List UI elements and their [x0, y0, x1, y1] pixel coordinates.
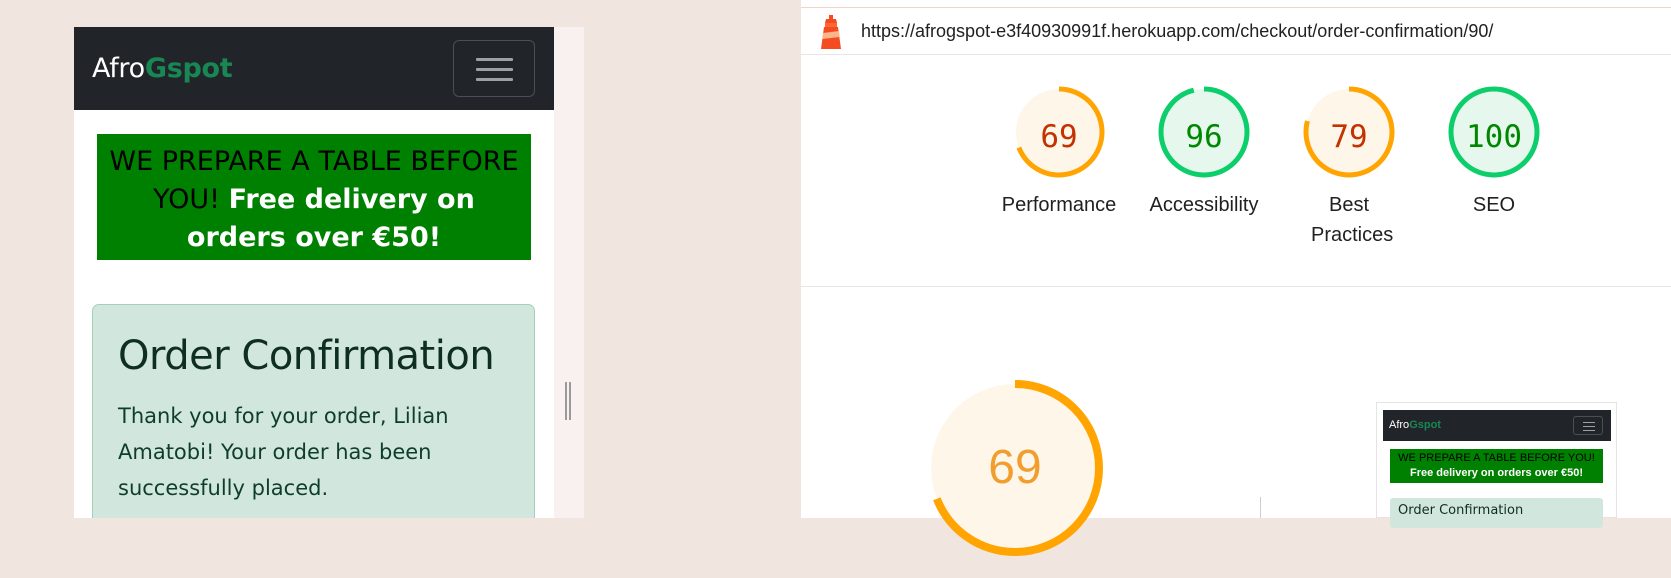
score-gauge-accessibility[interactable]: 96 Accessibility	[1134, 84, 1274, 220]
thumbnail-card-title: Order Confirmation	[1398, 503, 1524, 518]
divider	[801, 54, 1671, 55]
page-title: Order Confirmation	[118, 333, 495, 379]
report-url[interactable]: https://afrogspot-e3f40930991f.herokuapp…	[861, 21, 1493, 42]
thumbnail-brand-afro: Afro	[1389, 419, 1410, 431]
score-gauge-performance[interactable]: 69 Performance	[989, 84, 1129, 220]
promo-banner: WE PREPARE A TABLE BEFORE YOU! Free deli…	[97, 134, 531, 260]
gauge-label: SEO	[1472, 194, 1516, 216]
thumbnail-menu-icon	[1573, 416, 1603, 435]
divider	[1260, 497, 1261, 518]
thumbnail-card: Order Confirmation	[1390, 498, 1603, 528]
brand-logo[interactable]: AfroGspot	[92, 53, 233, 84]
navbar-toggler-button[interactable]	[453, 40, 535, 97]
thumbnail-brand-gspot: Gspot	[1409, 419, 1441, 431]
gauge-label: Best Practices	[1311, 194, 1394, 246]
gauge-score: 100	[1466, 119, 1522, 155]
mobile-preview: AfroGspot WE PREPARE A TABLE BEFORE YOU!…	[74, 27, 554, 518]
confirmation-message: Thank you for your order, Lilian Amatobi…	[118, 404, 449, 500]
page-screenshot-thumbnail: AfroGspot WE PREPARE A TABLE BEFORE YOU!…	[1376, 402, 1617, 528]
gauge-score: 96	[1185, 119, 1223, 155]
brand-text-afro: Afro	[92, 53, 145, 84]
score-gauge-seo[interactable]: 100 SEO	[1424, 84, 1564, 220]
thumbnail-banner-tagline: WE PREPARE A TABLE BEFORE YOU!	[1398, 452, 1595, 464]
performance-big-score: 69	[988, 441, 1042, 494]
report-url-bar: https://afrogspot-e3f40930991f.herokuapp…	[801, 8, 1671, 54]
navbar: AfroGspot	[74, 27, 554, 110]
gauge-score: 79	[1330, 119, 1368, 155]
gauge-score: 69	[1040, 119, 1078, 155]
divider	[801, 286, 1671, 287]
lighthouse-icon	[821, 15, 841, 49]
thumbnail-navbar: AfroGspot	[1383, 410, 1611, 441]
performance-big-gauge: 69	[925, 378, 1125, 578]
banner-free-delivery: Free delivery on orders over €50!	[186, 184, 475, 253]
lighthouse-report: https://afrogspot-e3f40930991f.herokuapp…	[801, 0, 1671, 556]
order-confirmation-card: Order Confirmation Thank you for your or…	[92, 304, 535, 518]
thumbnail-banner-delivery: Free delivery on orders over €50!	[1409, 467, 1584, 479]
gauge-label: Performance	[1001, 194, 1117, 216]
gauge-label: Accessibility	[1149, 194, 1259, 216]
preview-gutter	[554, 27, 584, 518]
score-gauge-best-practices[interactable]: 79 Best Practices	[1279, 84, 1419, 250]
thumbnail-banner: WE PREPARE A TABLE BEFORE YOU! Free deli…	[1390, 449, 1603, 483]
resize-handle-icon[interactable]	[565, 382, 571, 420]
brand-text-gspot: Gspot	[144, 53, 233, 84]
thumbnail-brand: AfroGspot	[1389, 419, 1441, 431]
